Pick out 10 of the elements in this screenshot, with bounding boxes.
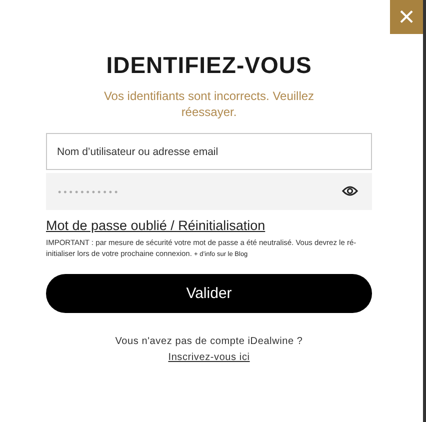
forgot-password-link[interactable]: Mot de passe oublié / Réinitialisation <box>46 218 266 233</box>
error-message: Vos identifiants sont incorrects. Veuillez réessayer. <box>102 88 316 120</box>
password-field[interactable]: • • • • • • • • • • • <box>46 173 372 210</box>
close-button[interactable]: × <box>390 0 423 34</box>
submit-button[interactable]: Valider <box>46 274 372 313</box>
username-field[interactable]: Nom d’utilisateur ou adresse email <box>46 133 372 170</box>
signup-link[interactable]: Inscrivez-vous ici <box>168 352 250 363</box>
dialog-title: IDENTIFIEZ-VOUS <box>105 52 313 79</box>
eye-icon[interactable] <box>342 185 358 197</box>
signup-prompt: Vous n'avez pas de compte iDealwine ? <box>114 336 304 347</box>
